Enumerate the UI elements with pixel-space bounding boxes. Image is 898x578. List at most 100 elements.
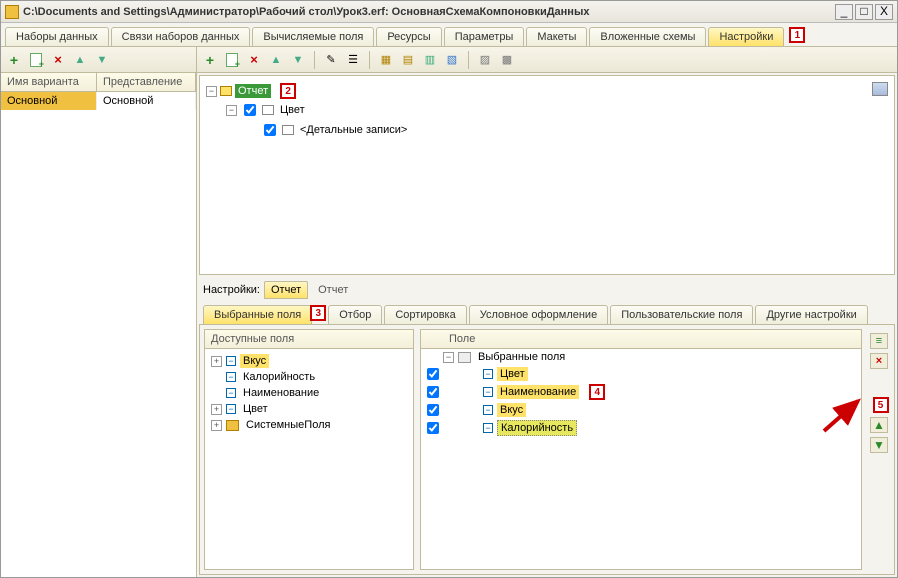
tab-nested-schemas[interactable]: Вложенные схемы <box>589 27 706 46</box>
breadcrumb-report-tab[interactable]: Отчет <box>264 281 308 299</box>
field-label: Наименование <box>497 385 579 399</box>
doc-plus-icon <box>30 53 42 67</box>
available-field[interactable]: − Наименование <box>209 385 409 401</box>
expander-icon[interactable]: + <box>211 420 222 431</box>
available-field[interactable]: + − Цвет <box>209 401 409 417</box>
field-label: Вкус <box>240 354 269 368</box>
list-mode-icon[interactable] <box>872 82 888 96</box>
field-label: Наименование <box>240 386 322 400</box>
subtab-filter[interactable]: Отбор <box>328 305 382 324</box>
st-add-copy-button[interactable] <box>223 51 241 69</box>
minimize-button[interactable]: _ <box>835 4 853 20</box>
subtab-sorting[interactable]: Сортировка <box>384 305 466 324</box>
sub-body: Доступные поля + − Вкус − Калорийность <box>199 325 895 575</box>
field-icon: − <box>226 404 236 414</box>
st-grp3-button[interactable]: ▥ <box>421 51 439 69</box>
close-button[interactable]: X <box>875 4 893 20</box>
expander-icon[interactable]: − <box>443 352 454 363</box>
field-up-button[interactable]: ▲ <box>870 417 888 433</box>
tree-node-detail[interactable]: <Детальные записи> <box>206 120 888 140</box>
available-header: Доступные поля <box>205 330 413 349</box>
st-props-button[interactable]: ☰ <box>344 51 362 69</box>
node-checkbox[interactable] <box>264 124 276 136</box>
variants-grid-header: Имя варианта Представление <box>1 73 196 92</box>
available-fields-pane: Доступные поля + − Вкус − Калорийность <box>204 329 414 570</box>
expander-icon[interactable]: − <box>226 105 237 116</box>
variants-panel: + × ▲ ▼ Имя варианта Представление Основ… <box>1 47 197 577</box>
selected-field[interactable]: − Калорийность <box>421 419 861 437</box>
plus-icon: + <box>10 52 18 68</box>
tree-root[interactable]: − Отчет 2 <box>206 82 888 100</box>
st-edit-button[interactable]: ✎ <box>322 51 340 69</box>
expander-icon[interactable]: + <box>211 404 222 415</box>
subtab-label: Выбранные поля <box>214 309 301 321</box>
tree-node-color[interactable]: − Цвет <box>206 100 888 120</box>
col-variant-name: Имя варианта <box>1 73 97 91</box>
st-add-button[interactable]: + <box>201 51 219 69</box>
breadcrumb-report-static: Отчет <box>312 282 354 298</box>
titlebar: C:\Documents and Settings\Администратор\… <box>1 1 897 23</box>
available-field[interactable]: + − Вкус <box>209 353 409 369</box>
expander-icon[interactable]: − <box>206 86 217 97</box>
custom-expr-button[interactable]: ≡ <box>870 333 888 349</box>
tab-datasets[interactable]: Наборы данных <box>5 27 109 46</box>
doc-plus-icon <box>226 53 238 67</box>
selected-header: Поле <box>421 330 861 349</box>
add-button[interactable]: + <box>5 51 23 69</box>
selected-fields-pane: Поле − Выбранные поля <box>420 329 862 570</box>
node-label: <Детальные записи> <box>297 123 410 137</box>
expander-icon[interactable]: + <box>211 356 222 367</box>
st-grp5-button[interactable]: ▨ <box>476 51 494 69</box>
st-grp6-button[interactable]: ▩ <box>498 51 516 69</box>
st-grp1-button[interactable]: ▦ <box>377 51 395 69</box>
marker-5: 5 <box>873 397 889 413</box>
subtab-user-fields[interactable]: Пользовательские поля <box>610 305 753 324</box>
move-up-button[interactable]: ▲ <box>71 51 89 69</box>
st-move-down-button[interactable]: ▼ <box>289 51 307 69</box>
variant-row[interactable]: Основной Основной <box>1 92 196 110</box>
settings-label: Настройки: <box>203 284 260 296</box>
group-icon <box>282 125 294 135</box>
sub-tabs: Выбранные поля 3 Отбор Сортировка Условн… <box>199 301 895 325</box>
group-label: Выбранные поля <box>475 350 568 364</box>
field-down-button[interactable]: ▼ <box>870 437 888 453</box>
field-icon: − <box>483 423 493 433</box>
delete-button[interactable]: × <box>49 51 67 69</box>
row-checkbox[interactable] <box>427 422 439 434</box>
tab-calculated-fields[interactable]: Вычисляемые поля <box>252 27 374 46</box>
available-field[interactable]: − Калорийность <box>209 369 409 385</box>
tab-resources[interactable]: Ресурсы <box>376 27 441 46</box>
subtab-selected-fields[interactable]: Выбранные поля <box>203 305 312 324</box>
field-label: Вкус <box>497 403 526 417</box>
available-field[interactable]: + СистемныеПоля <box>209 417 409 433</box>
structure-tree: − Отчет 2 − Цвет <Детальные записи> <box>199 75 895 275</box>
st-grp2-button[interactable]: ▤ <box>399 51 417 69</box>
move-down-button[interactable]: ▼ <box>93 51 111 69</box>
tab-parameters[interactable]: Параметры <box>444 27 525 46</box>
st-move-up-button[interactable]: ▲ <box>267 51 285 69</box>
row-checkbox[interactable] <box>427 368 439 380</box>
variant-name-cell: Основной <box>1 92 97 110</box>
tab-dataset-links[interactable]: Связи наборов данных <box>111 27 251 46</box>
separator <box>369 51 370 69</box>
add-copy-button[interactable] <box>27 51 45 69</box>
app-window: C:\Documents and Settings\Администратор\… <box>0 0 898 578</box>
subtab-other[interactable]: Другие настройки <box>755 305 867 324</box>
remove-button[interactable]: × <box>870 353 888 369</box>
up-icon: ▲ <box>271 54 282 66</box>
tab-layouts[interactable]: Макеты <box>526 27 587 46</box>
field-icon: − <box>226 356 236 366</box>
node-checkbox[interactable] <box>244 104 256 116</box>
root-label: Отчет <box>235 84 271 98</box>
subtab-conditional[interactable]: Условное оформление <box>469 305 608 324</box>
selected-group[interactable]: − Выбранные поля <box>421 349 861 365</box>
row-checkbox[interactable] <box>427 404 439 416</box>
maximize-button[interactable]: □ <box>855 4 873 20</box>
selected-field[interactable]: − Цвет <box>421 365 861 383</box>
selected-field[interactable]: − Наименование 4 <box>421 383 861 401</box>
selected-field[interactable]: − Вкус <box>421 401 861 419</box>
tab-settings[interactable]: Настройки <box>708 27 784 46</box>
st-grp4-button[interactable]: ▧ <box>443 51 461 69</box>
row-checkbox[interactable] <box>427 386 439 398</box>
st-delete-button[interactable]: × <box>245 51 263 69</box>
